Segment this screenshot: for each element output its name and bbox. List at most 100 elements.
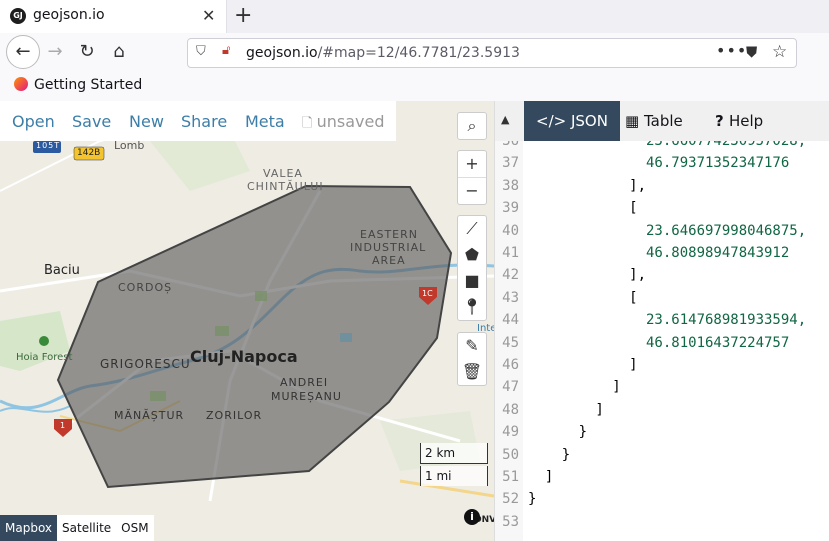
zoom-in-button[interactable]: + — [458, 151, 486, 177]
draw-marker-icon[interactable]: 📍︎ — [458, 294, 486, 320]
tracking-shield-icon[interactable]: ⛉ — [196, 44, 206, 59]
meta-button[interactable]: Meta — [245, 112, 285, 131]
road-shield-1c: 1C — [422, 289, 433, 298]
draw-rectangle-icon[interactable]: ■ — [458, 268, 486, 294]
tab-title: geojson.io — [33, 7, 105, 23]
navigation-bar: ← → ↻ ⌂ ⛉ 🔓︎ geojson.io/#map=12/46.7781/… — [0, 33, 829, 71]
file-icon: 🗋︎ — [302, 116, 317, 131]
road-shield-142b: 142B — [77, 148, 101, 158]
map-label-andrei: ANDREI — [280, 376, 329, 389]
tab-table-label: Table — [643, 112, 683, 130]
zoom-control: + − — [457, 150, 487, 205]
panel-tabs: ▲ </> JSON ▦ Table ? Help — [495, 101, 829, 141]
line-number: 41 — [502, 245, 519, 261]
firefox-icon — [14, 77, 28, 91]
line-number: 50 — [502, 446, 519, 463]
json-editor[interactable]: 36 23.660774230957028, 37 46.793713523471… — [495, 141, 829, 541]
line-number: 46 — [502, 357, 519, 373]
bookmark-star-icon[interactable]: ☆ — [772, 42, 787, 62]
url-host: geojson.io — [246, 45, 318, 61]
reload-button[interactable]: ↻ — [72, 37, 102, 67]
map-label-manastur: MĂNĂȘTUR — [114, 409, 185, 422]
road-shield-105t: 105T — [36, 141, 61, 150]
line-number: 48 — [502, 401, 519, 418]
line-number: 43 — [502, 289, 519, 306]
line-text: ], — [528, 267, 647, 284]
line-number: 36 — [502, 141, 519, 149]
map-label-zorilor: ZORILOR — [206, 409, 263, 422]
url-path: /#map=12/46.7781/23.5913 — [317, 45, 520, 61]
insecure-lock-icon[interactable]: 🔓︎ — [222, 43, 230, 58]
line-text: ] — [528, 357, 638, 373]
tab-strip: GJ geojson.io ✕ + — [0, 0, 829, 33]
line-text: ] — [528, 469, 554, 485]
road-shield-1: 1 — [60, 421, 66, 430]
line-text: 46.79371352347176 — [528, 155, 790, 172]
forward-button[interactable]: → — [40, 37, 70, 67]
line-text: ] — [528, 379, 621, 396]
line-number: 53 — [502, 513, 519, 530]
table-icon: ▦ — [625, 112, 644, 130]
unsaved-status: 🗋︎ unsaved — [302, 112, 384, 136]
home-button[interactable]: ⌂ — [104, 37, 134, 67]
edit-icon[interactable]: ✎ — [458, 333, 486, 359]
tab-json[interactable]: </> JSON — [524, 101, 620, 141]
collapse-panel-icon[interactable]: ▲ — [501, 113, 509, 126]
bookmark-label: Getting Started — [34, 77, 143, 93]
help-icon: ? — [715, 112, 729, 130]
layer-osm[interactable]: OSM — [116, 515, 153, 541]
search-control: ⌕ — [457, 112, 487, 140]
line-number: 38 — [502, 177, 519, 194]
info-icon[interactable]: i — [464, 509, 480, 525]
tab-json-label: JSON — [570, 112, 608, 130]
open-button[interactable]: Open — [12, 112, 55, 131]
bookmark-getting-started[interactable]: Getting Started — [14, 77, 142, 93]
browser-tab[interactable]: GJ geojson.io ✕ — [0, 0, 227, 33]
line-number: 40 — [502, 222, 519, 239]
pocket-icon[interactable]: ⛊ — [746, 43, 757, 61]
line-text: } — [528, 446, 571, 463]
scale-km: 2 km — [420, 443, 488, 464]
line-number: 39 — [502, 200, 519, 217]
close-tab-icon[interactable]: ✕ — [202, 6, 215, 25]
share-button[interactable]: Share — [181, 112, 227, 131]
scale-bar: 2 km 1 mi — [420, 443, 488, 488]
map-label-chintaului: CHINTĂULUI — [247, 180, 324, 193]
line-number: 44 — [502, 312, 519, 329]
line-number: 37 — [502, 155, 519, 172]
url-text[interactable]: geojson.io/#map=12/46.7781/23.5913 — [246, 45, 520, 61]
map-label-eastern: EASTERN — [360, 228, 418, 241]
search-icon[interactable]: ⌕ — [458, 113, 486, 139]
zoom-out-button[interactable]: − — [458, 177, 486, 204]
new-tab-button[interactable]: + — [234, 3, 252, 28]
draw-polygon-icon[interactable]: ⬟ — [458, 242, 486, 268]
draw-line-icon[interactable]: ⟋ — [458, 216, 486, 242]
new-button[interactable]: New — [129, 112, 164, 131]
line-text: [ — [528, 200, 638, 217]
geojson-favicon-icon: GJ — [10, 8, 26, 24]
map-view[interactable]: 105T 142B Lomb VALEA CHINTĂULUI EASTERN … — [0, 101, 494, 541]
page-actions-icon[interactable]: ••• — [716, 41, 747, 60]
line-text: 46.80898947843912 — [528, 245, 790, 261]
url-bar[interactable]: ⛉ 🔓︎ geojson.io/#map=12/46.7781/23.5913 … — [187, 38, 797, 68]
line-number: 45 — [502, 334, 519, 351]
map-label-cordos: CORDOȘ — [118, 281, 173, 294]
layer-satellite[interactable]: Satellite — [57, 515, 116, 541]
line-text: 23.660774230957028, — [528, 141, 807, 149]
line-number: 52 — [502, 491, 519, 508]
layer-mapbox[interactable]: Mapbox — [0, 515, 58, 541]
map-label-industrial: INDUSTRIAL — [350, 241, 427, 254]
line-text: 23.646697998046875, — [528, 222, 807, 239]
save-button[interactable]: Save — [72, 112, 111, 131]
line-text: ], — [528, 177, 647, 194]
line-number: 49 — [502, 424, 519, 441]
tab-table[interactable]: ▦ Table — [613, 101, 695, 141]
line-text: ] — [528, 401, 604, 418]
tab-help[interactable]: ? Help — [703, 101, 775, 141]
back-button[interactable]: ← — [6, 35, 40, 69]
trash-icon[interactable]: 🗑︎ — [458, 359, 486, 385]
line-text: } — [528, 491, 537, 508]
line-text: } — [528, 424, 588, 441]
tab-help-label: Help — [728, 112, 764, 130]
line-number: 51 — [502, 469, 519, 485]
